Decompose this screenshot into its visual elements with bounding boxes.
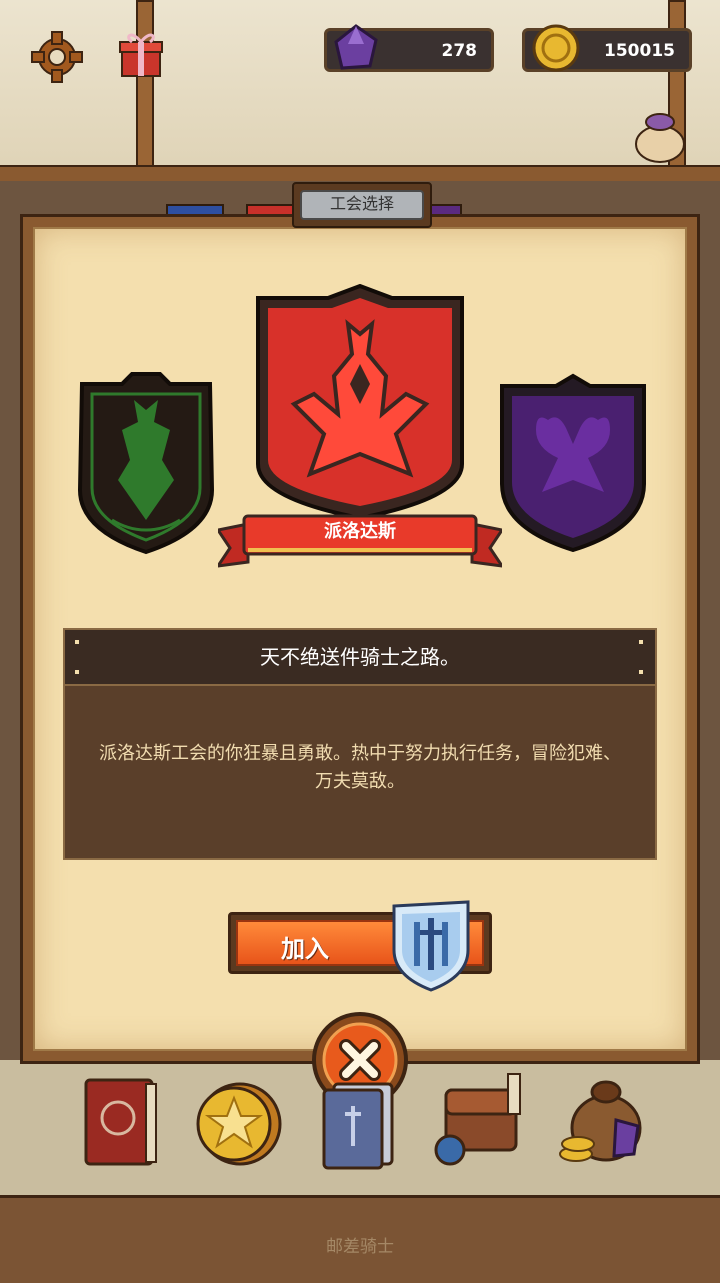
corner-rivet xyxy=(75,640,79,644)
spellbook-icon[interactable] xyxy=(76,1070,172,1170)
guild-motto-text: 天不绝送件骑士之路。 xyxy=(260,645,460,669)
footer-game-title: 邮差骑士 xyxy=(326,1237,394,1257)
gem-icon xyxy=(334,24,378,70)
join-button-label: 加入 xyxy=(281,935,329,963)
wooden-post xyxy=(136,0,154,174)
star-coin-icon[interactable] xyxy=(190,1070,286,1170)
guild-motto: 天不绝送件骑士之路。 xyxy=(63,628,657,686)
coin-count: 150015 xyxy=(604,41,675,61)
dialog-title: 工会选择 xyxy=(300,190,424,220)
backpack-icon[interactable] xyxy=(432,1070,528,1170)
gear-icon[interactable] xyxy=(30,30,84,84)
corner-rivet xyxy=(75,670,79,674)
shield-sword-icon xyxy=(392,900,470,992)
gem-count: 278 xyxy=(441,41,478,61)
loot-bag-icon[interactable] xyxy=(630,108,690,164)
dialog-title-plate: 工会选择 xyxy=(292,182,432,228)
corner-rivet xyxy=(639,670,643,674)
corner-rivet xyxy=(639,640,643,644)
treasure-bag-icon[interactable] xyxy=(556,1070,652,1170)
guild-emblem-red[interactable] xyxy=(254,284,466,520)
guild-emblem-green[interactable] xyxy=(72,370,220,556)
card-deck-icon[interactable] xyxy=(312,1070,408,1170)
gift-icon[interactable] xyxy=(114,28,168,82)
guild-emblem-purple[interactable] xyxy=(496,372,650,552)
guild-description: 派洛达斯工会的你狂暴且勇敢。热中于努力执行任务，冒险犯难、万夫莫敌。 xyxy=(63,684,657,860)
selected-guild-name: 派洛达斯 xyxy=(324,521,396,542)
coin-icon xyxy=(532,24,580,72)
